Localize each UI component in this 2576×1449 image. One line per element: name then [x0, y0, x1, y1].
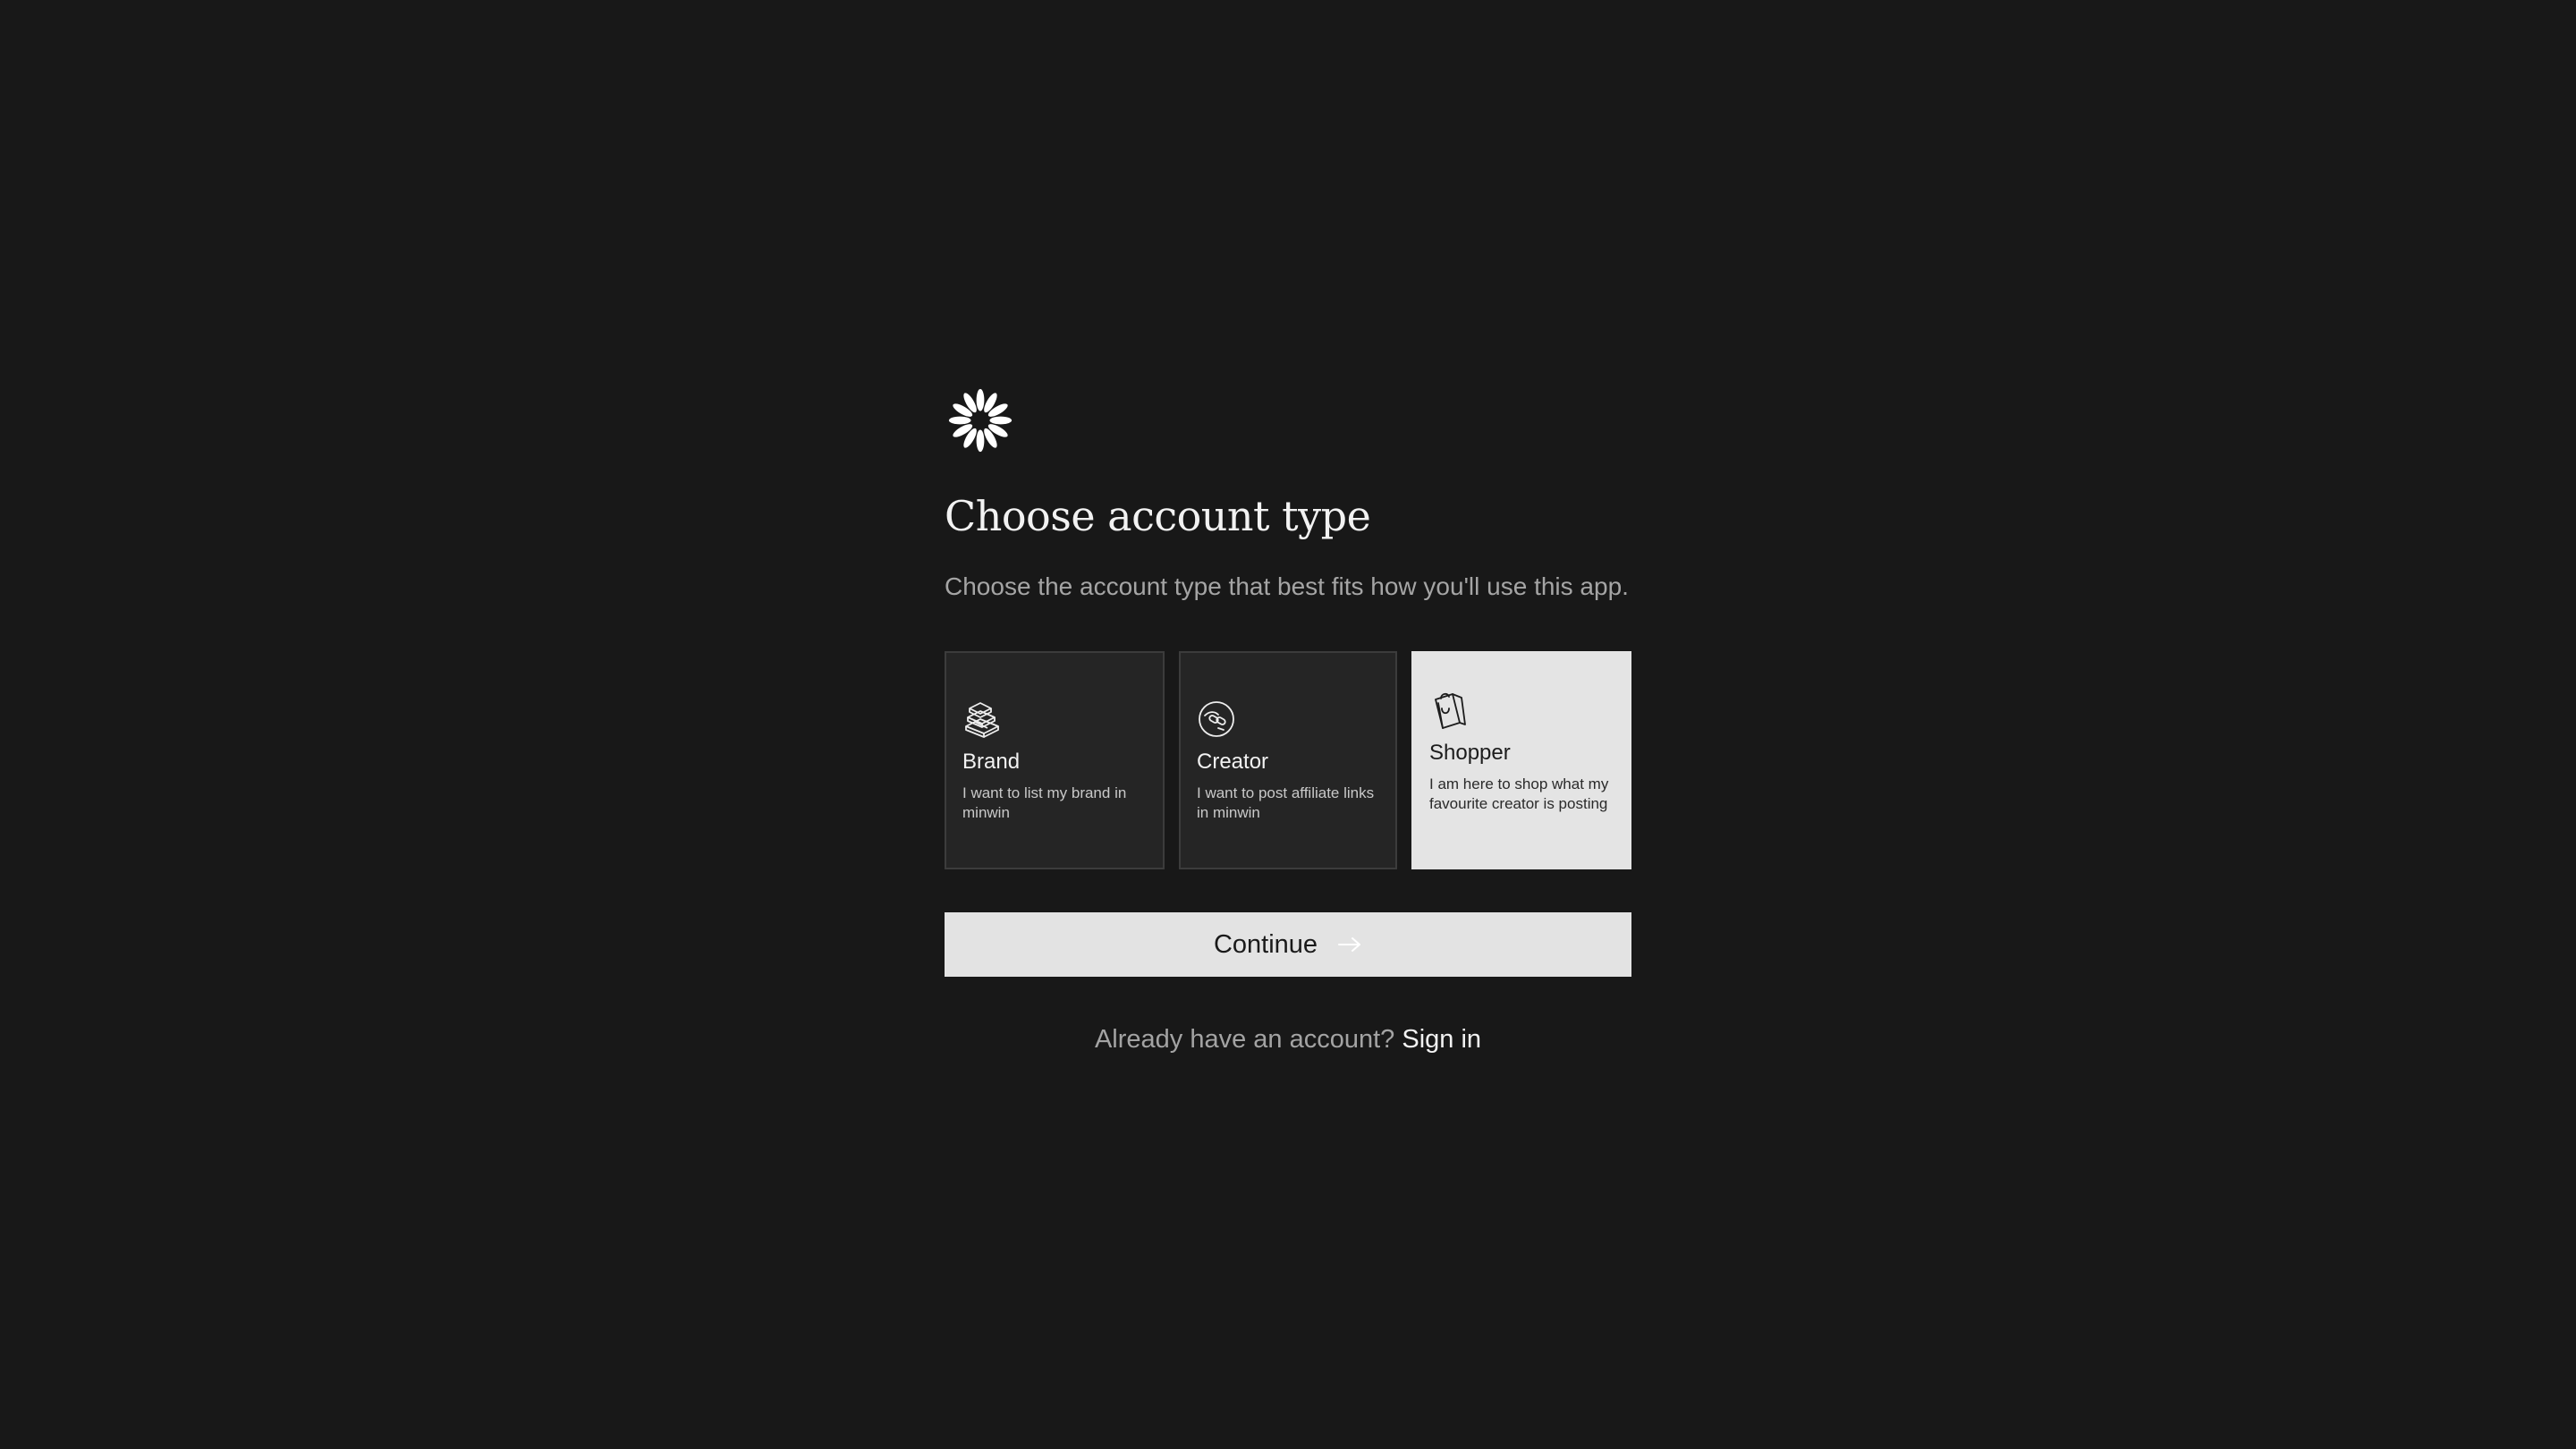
page-title: Choose account type: [945, 492, 1371, 540]
card-description: I am here to shop what my favourite crea…: [1429, 775, 1609, 812]
signup-screen: Choose account type Choose the account t…: [0, 0, 2576, 1449]
link-badge-icon: [1199, 701, 1234, 737]
account-type-card-creator[interactable]: Creator I want to post affiliate links i…: [1179, 651, 1397, 869]
signin-prompt: Already have an account? Sign in: [945, 1025, 1631, 1055]
account-type-card-shopper[interactable]: Shopper I am here to shop what my favour…: [1411, 651, 1631, 869]
card-description: I want to post affiliate links in minwin: [1197, 784, 1375, 821]
signin-link[interactable]: Sign in: [1402, 1025, 1481, 1054]
shopping-bag-icon: [1435, 692, 1466, 729]
continue-button-label: Continue: [1213, 929, 1318, 959]
stacked-boxes-icon: [965, 702, 999, 738]
page-subtitle: Choose the account type that best fits h…: [945, 572, 1629, 600]
card-description: I want to list my brand in minwin: [962, 784, 1127, 821]
card-title: Creator: [1197, 750, 1269, 774]
daisy-flower-icon: [948, 388, 1013, 453]
account-type-options: Brand I want to list my brand in minwin …: [945, 651, 1631, 869]
card-title: Brand: [962, 750, 1021, 774]
card-title: Shopper: [1429, 741, 1511, 765]
arrow-right-icon: [1338, 937, 1361, 952]
continue-button[interactable]: Continue: [945, 912, 1631, 977]
account-type-card-brand[interactable]: Brand I want to list my brand in minwin: [945, 651, 1165, 869]
signin-prompt-text: Already have an account?: [1094, 1025, 1402, 1054]
